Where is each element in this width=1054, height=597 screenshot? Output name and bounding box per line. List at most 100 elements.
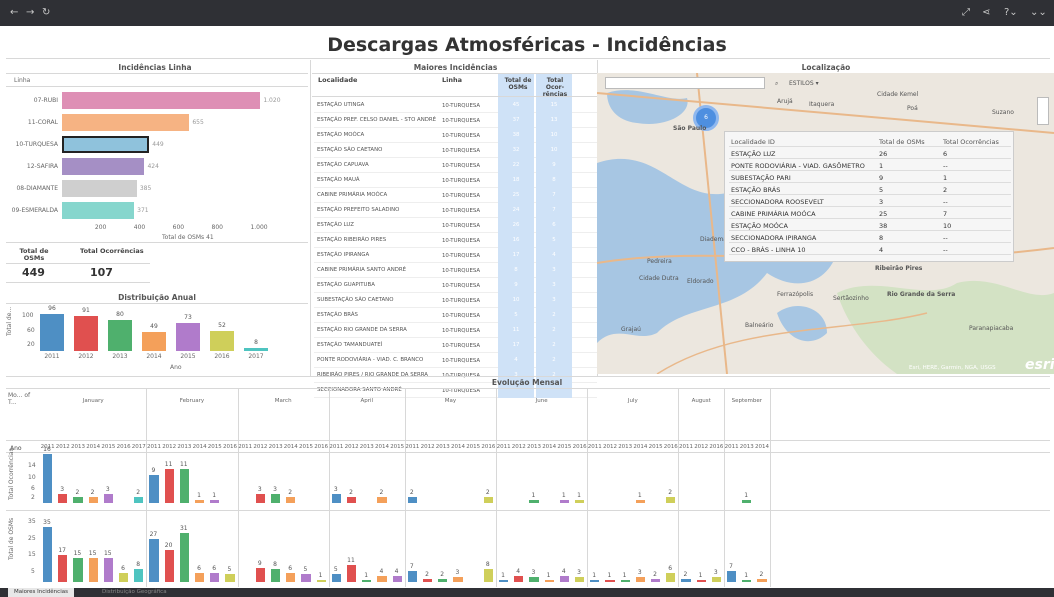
- bar[interactable]: [62, 114, 190, 131]
- osm-bar[interactable]: [575, 577, 585, 582]
- osm-bar[interactable]: [210, 572, 220, 582]
- bar[interactable]: [108, 320, 132, 351]
- osm-bar[interactable]: [377, 575, 387, 582]
- table-header-linha[interactable]: Linha: [442, 77, 462, 84]
- table-row[interactable]: ESTAÇÃO PREF. CELSO DANIEL - STO ANDRÉ 10…: [314, 113, 597, 128]
- osm-bar[interactable]: [620, 580, 630, 582]
- osm-bar[interactable]: [119, 572, 129, 582]
- osm-bar[interactable]: [362, 580, 372, 582]
- table-row[interactable]: ESTAÇÃO BRÁS 10-TURQUESA 5 2: [314, 308, 597, 323]
- help-icon[interactable]: ?⌄: [1004, 6, 1018, 20]
- osm-bar[interactable]: [635, 577, 645, 582]
- map-search-icon[interactable]: ⌕: [775, 80, 778, 88]
- table-row[interactable]: ESTAÇÃO LUZ 10-TURQUESA 26 6: [314, 218, 597, 233]
- occ-bar[interactable]: [195, 499, 205, 503]
- occ-bar[interactable]: [377, 496, 387, 503]
- occ-bar[interactable]: [255, 493, 265, 503]
- table-row[interactable]: CABINE PRIMÁRIA SANTO ANDRÉ 10-TURQUESA 8 3: [314, 263, 597, 278]
- occ-bar[interactable]: [103, 493, 113, 503]
- table-row[interactable]: CABINE PRIMÁRIA MOÓCA 10-TURQUESA 25 7: [314, 188, 597, 203]
- osm-bar[interactable]: [271, 569, 281, 582]
- table-header-total-ocorrencias[interactable]: Total Ocor-rências: [539, 77, 571, 98]
- osm-bar[interactable]: [301, 574, 311, 582]
- osm-bar[interactable]: [696, 580, 706, 582]
- osm-bar[interactable]: [103, 558, 113, 582]
- occ-bar[interactable]: [73, 496, 83, 503]
- occ-bar[interactable]: [286, 496, 296, 503]
- osm-bar[interactable]: [727, 570, 737, 582]
- osm-bar[interactable]: [149, 539, 159, 582]
- occ-bar[interactable]: [742, 499, 752, 503]
- osm-bar[interactable]: [514, 575, 524, 582]
- bar-label[interactable]: 12-SAFIRA: [0, 163, 58, 170]
- table-row[interactable]: ESTAÇÃO GUAPITUBA 10-TURQUESA 9 3: [314, 278, 597, 293]
- map-zoom-controls[interactable]: [1037, 97, 1049, 125]
- osm-bar[interactable]: [559, 575, 569, 582]
- table-header-localidade[interactable]: Localidade: [318, 77, 357, 84]
- osm-bar[interactable]: [499, 580, 509, 582]
- osm-bar[interactable]: [255, 567, 265, 582]
- osm-bar[interactable]: [666, 572, 676, 582]
- table-row[interactable]: ESTAÇÃO PREFEITO SALADINO 10-TURQUESA 24 7: [314, 203, 597, 218]
- osm-bar[interactable]: [605, 580, 615, 582]
- occ-bar[interactable]: [210, 499, 220, 503]
- share-icon[interactable]: ⋖: [982, 6, 990, 20]
- bar-label[interactable]: 08-DIAMANTE: [0, 185, 58, 192]
- forward-icon[interactable]: →: [26, 6, 34, 20]
- occ-bar[interactable]: [483, 496, 493, 503]
- occ-bar[interactable]: [134, 496, 144, 503]
- bar[interactable]: [74, 316, 98, 351]
- osm-bar[interactable]: [438, 578, 448, 582]
- osm-bar[interactable]: [544, 580, 554, 582]
- bar[interactable]: [176, 323, 200, 351]
- bar-label[interactable]: 07-RUBI: [0, 97, 58, 104]
- occ-bar[interactable]: [347, 496, 357, 503]
- osm-bar[interactable]: [58, 555, 68, 582]
- osm-bar[interactable]: [73, 558, 83, 582]
- bar[interactable]: [62, 180, 137, 197]
- occ-bar[interactable]: [149, 475, 159, 503]
- table-row[interactable]: ESTAÇÃO MOÓCA 10-TURQUESA 38 10: [314, 128, 597, 143]
- bar-label[interactable]: 11-CORAL: [0, 119, 58, 126]
- month-header[interactable]: January: [40, 398, 146, 404]
- table-row[interactable]: ESTAÇÃO MAUÁ 10-TURQUESA 18 8: [314, 173, 597, 188]
- osm-bar[interactable]: [179, 533, 189, 582]
- month-header[interactable]: February: [146, 398, 237, 404]
- user-menu-icon[interactable]: ⌄⌄: [1030, 6, 1047, 20]
- osm-bar[interactable]: [453, 577, 463, 582]
- month-header[interactable]: April: [329, 398, 405, 404]
- osm-bar[interactable]: [392, 575, 402, 582]
- bar[interactable]: [40, 314, 64, 351]
- osm-bar[interactable]: [286, 572, 296, 582]
- osm-bar[interactable]: [681, 578, 691, 582]
- occ-bar[interactable]: [666, 496, 676, 503]
- osm-bar[interactable]: [529, 577, 539, 582]
- occ-bar[interactable]: [88, 496, 98, 503]
- table-header-total-osm[interactable]: Total de OSMs: [504, 77, 532, 91]
- osm-bar[interactable]: [195, 572, 205, 582]
- table-row[interactable]: ESTAÇÃO RIBEIRÃO PIRES 10-TURQUESA 16 5: [314, 233, 597, 248]
- osm-bar[interactable]: [316, 580, 326, 582]
- osm-bar[interactable]: [590, 580, 600, 582]
- table-row[interactable]: ESTAÇÃO SÃO CAETANO 10-TURQUESA 32 10: [314, 143, 597, 158]
- osm-bar[interactable]: [483, 569, 493, 582]
- osm-bar[interactable]: [711, 577, 721, 582]
- month-header[interactable]: May: [405, 398, 496, 404]
- occ-bar[interactable]: [179, 469, 189, 503]
- table-row[interactable]: ESTAÇÃO CAPUAVA 10-TURQUESA 22 9: [314, 158, 597, 173]
- month-header[interactable]: September: [724, 398, 770, 404]
- table-row[interactable]: SUBESTAÇÃO SÃO CAETANO 10-TURQUESA 10 3: [314, 293, 597, 308]
- osm-bar[interactable]: [742, 580, 752, 582]
- tab-maiores-incidencias[interactable]: Maiores Incidências: [8, 588, 74, 597]
- osm-bar[interactable]: [43, 526, 53, 582]
- month-header[interactable]: July: [587, 398, 678, 404]
- table-row[interactable]: ESTAÇÃO TAMANDUATEÍ 10-TURQUESA 17 2: [314, 338, 597, 353]
- month-header[interactable]: June: [496, 398, 587, 404]
- refresh-icon[interactable]: ↻: [42, 6, 50, 20]
- month-header[interactable]: August: [678, 398, 724, 404]
- osm-bar[interactable]: [407, 570, 417, 582]
- bar[interactable]: [62, 202, 135, 219]
- bar-label[interactable]: 09-ESMERALDA: [0, 207, 58, 214]
- osm-bar[interactable]: [164, 550, 174, 582]
- back-icon[interactable]: ←: [10, 6, 18, 20]
